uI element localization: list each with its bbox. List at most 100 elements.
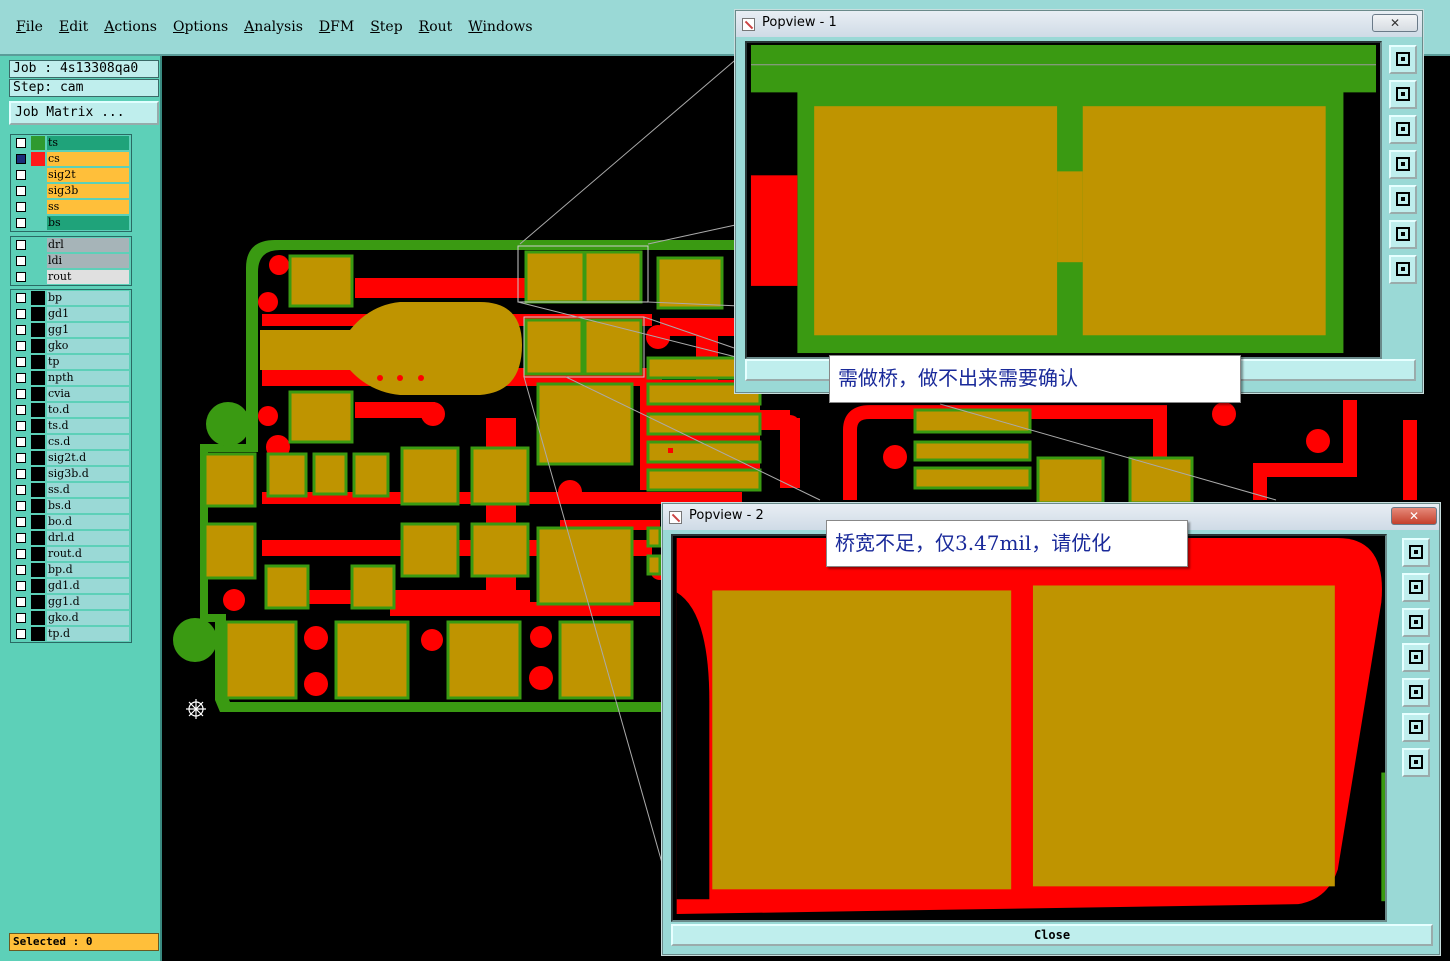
layer-checkbox[interactable] <box>16 581 26 591</box>
layer-row[interactable]: cvia <box>11 386 131 402</box>
layer-row[interactable]: sig2t.d <box>11 450 131 466</box>
layer-checkbox[interactable] <box>16 389 26 399</box>
layer-row[interactable]: cs <box>11 151 131 167</box>
layer-name[interactable]: to.d <box>47 403 129 417</box>
layer-color-swatch[interactable] <box>31 371 45 385</box>
menu-rout[interactable]: Rout <box>411 16 461 42</box>
layer-row[interactable]: bs <box>11 215 131 231</box>
layer-row[interactable]: npth <box>11 370 131 386</box>
layer-color-swatch[interactable] <box>31 627 45 641</box>
layer-row[interactable]: rout <box>11 269 131 285</box>
layer-color-swatch[interactable] <box>31 254 45 268</box>
layer-row[interactable]: gd1 <box>11 306 131 322</box>
layer-row[interactable]: gg1 <box>11 322 131 338</box>
layer-name[interactable]: gd1 <box>47 307 129 321</box>
zoom-window-button[interactable] <box>1389 45 1417 74</box>
layer-name[interactable]: ss.d <box>47 483 129 497</box>
layer-color-swatch[interactable] <box>31 483 45 497</box>
layer-row[interactable]: cs.d <box>11 434 131 450</box>
layer-checkbox[interactable] <box>16 309 26 319</box>
layer-row[interactable]: ts.d <box>11 418 131 434</box>
layer-name[interactable]: gd1.d <box>47 579 129 593</box>
layer-checkbox[interactable] <box>16 293 26 303</box>
layer-checkbox[interactable] <box>16 272 26 282</box>
layer-checkbox[interactable] <box>16 202 26 212</box>
layer-checkbox[interactable] <box>16 405 26 415</box>
layer-checkbox[interactable] <box>16 186 26 196</box>
pan-left-button[interactable] <box>1402 643 1430 672</box>
layer-color-swatch[interactable] <box>31 168 45 182</box>
layer-name[interactable]: tp.d <box>47 627 129 641</box>
menu-dfm[interactable]: DFM <box>311 16 362 42</box>
pan-right-button[interactable] <box>1389 185 1417 214</box>
layer-row[interactable]: ss.d <box>11 482 131 498</box>
layer-row[interactable]: bs.d <box>11 498 131 514</box>
zoom-fit-button[interactable] <box>1402 713 1430 742</box>
layer-color-swatch[interactable] <box>31 184 45 198</box>
layer-row[interactable]: ss <box>11 199 131 215</box>
layer-checkbox[interactable] <box>16 218 26 228</box>
layer-checkbox[interactable] <box>16 240 26 250</box>
layer-color-swatch[interactable] <box>31 595 45 609</box>
layer-row[interactable]: bp.d <box>11 562 131 578</box>
layer-color-swatch[interactable] <box>31 531 45 545</box>
layer-checkbox[interactable] <box>16 437 26 447</box>
layer-color-swatch[interactable] <box>31 451 45 465</box>
layer-name[interactable]: cvia <box>47 387 129 401</box>
layer-name[interactable]: sig3b.d <box>47 467 129 481</box>
layer-row[interactable]: sig3b.d <box>11 466 131 482</box>
layer-checkbox[interactable] <box>16 549 26 559</box>
layer-name[interactable]: bs.d <box>47 499 129 513</box>
layer-checkbox[interactable] <box>16 565 26 575</box>
layer-name[interactable]: ss <box>47 200 129 214</box>
popview-1-titlebar[interactable]: Popview - 1 <box>736 11 1422 37</box>
layer-color-swatch[interactable] <box>31 387 45 401</box>
layer-checkbox[interactable] <box>16 170 26 180</box>
pan-up-button[interactable] <box>1389 80 1417 109</box>
layer-name[interactable]: bo.d <box>47 515 129 529</box>
layer-color-swatch[interactable] <box>31 435 45 449</box>
layer-checkbox[interactable] <box>16 421 26 431</box>
menu-windows[interactable]: Windows <box>460 16 540 42</box>
pan-down-button[interactable] <box>1402 608 1430 637</box>
layer-color-swatch[interactable] <box>31 323 45 337</box>
layer-checkbox[interactable] <box>16 325 26 335</box>
layer-row[interactable]: drl <box>11 237 131 253</box>
layer-checkbox[interactable] <box>16 597 26 607</box>
layer-row[interactable]: sig3b <box>11 183 131 199</box>
layer-checkbox[interactable] <box>16 256 26 266</box>
popview-2-view[interactable] <box>671 534 1387 922</box>
layer-color-swatch[interactable] <box>31 291 45 305</box>
layer-name[interactable]: sig3b <box>47 184 129 198</box>
layer-color-swatch[interactable] <box>31 547 45 561</box>
layer-name[interactable]: rout <box>47 270 129 284</box>
layer-name[interactable]: bp.d <box>47 563 129 577</box>
layer-name[interactable]: gg1 <box>47 323 129 337</box>
zoom-fit-button[interactable] <box>1389 220 1417 249</box>
layer-name[interactable]: drl.d <box>47 531 129 545</box>
zoom-center-button[interactable] <box>1402 748 1430 777</box>
layer-color-swatch[interactable] <box>31 499 45 513</box>
layer-color-swatch[interactable] <box>31 307 45 321</box>
layer-name[interactable]: sig2t <box>47 168 129 182</box>
layer-checkbox[interactable] <box>16 453 26 463</box>
layer-row[interactable]: gko.d <box>11 610 131 626</box>
layer-checkbox[interactable] <box>16 357 26 367</box>
layer-row[interactable]: sig2t <box>11 167 131 183</box>
layer-color-swatch[interactable] <box>31 200 45 214</box>
layer-color-swatch[interactable] <box>31 355 45 369</box>
popview-2-close-button[interactable]: ✕ <box>1391 507 1437 525</box>
layer-name[interactable]: tp <box>47 355 129 369</box>
layer-color-swatch[interactable] <box>31 339 45 353</box>
pan-right-button[interactable] <box>1402 678 1430 707</box>
pan-down-button[interactable] <box>1389 115 1417 144</box>
layer-row[interactable]: bp <box>11 290 131 306</box>
layer-row[interactable]: to.d <box>11 402 131 418</box>
menu-edit[interactable]: Edit <box>51 16 96 42</box>
job-matrix-button[interactable]: Job Matrix ... <box>9 101 159 125</box>
layer-checkbox[interactable] <box>16 533 26 543</box>
layer-color-swatch[interactable] <box>31 467 45 481</box>
zoom-window-button[interactable] <box>1402 538 1430 567</box>
layer-row[interactable]: rout.d <box>11 546 131 562</box>
layer-color-swatch[interactable] <box>31 136 45 150</box>
